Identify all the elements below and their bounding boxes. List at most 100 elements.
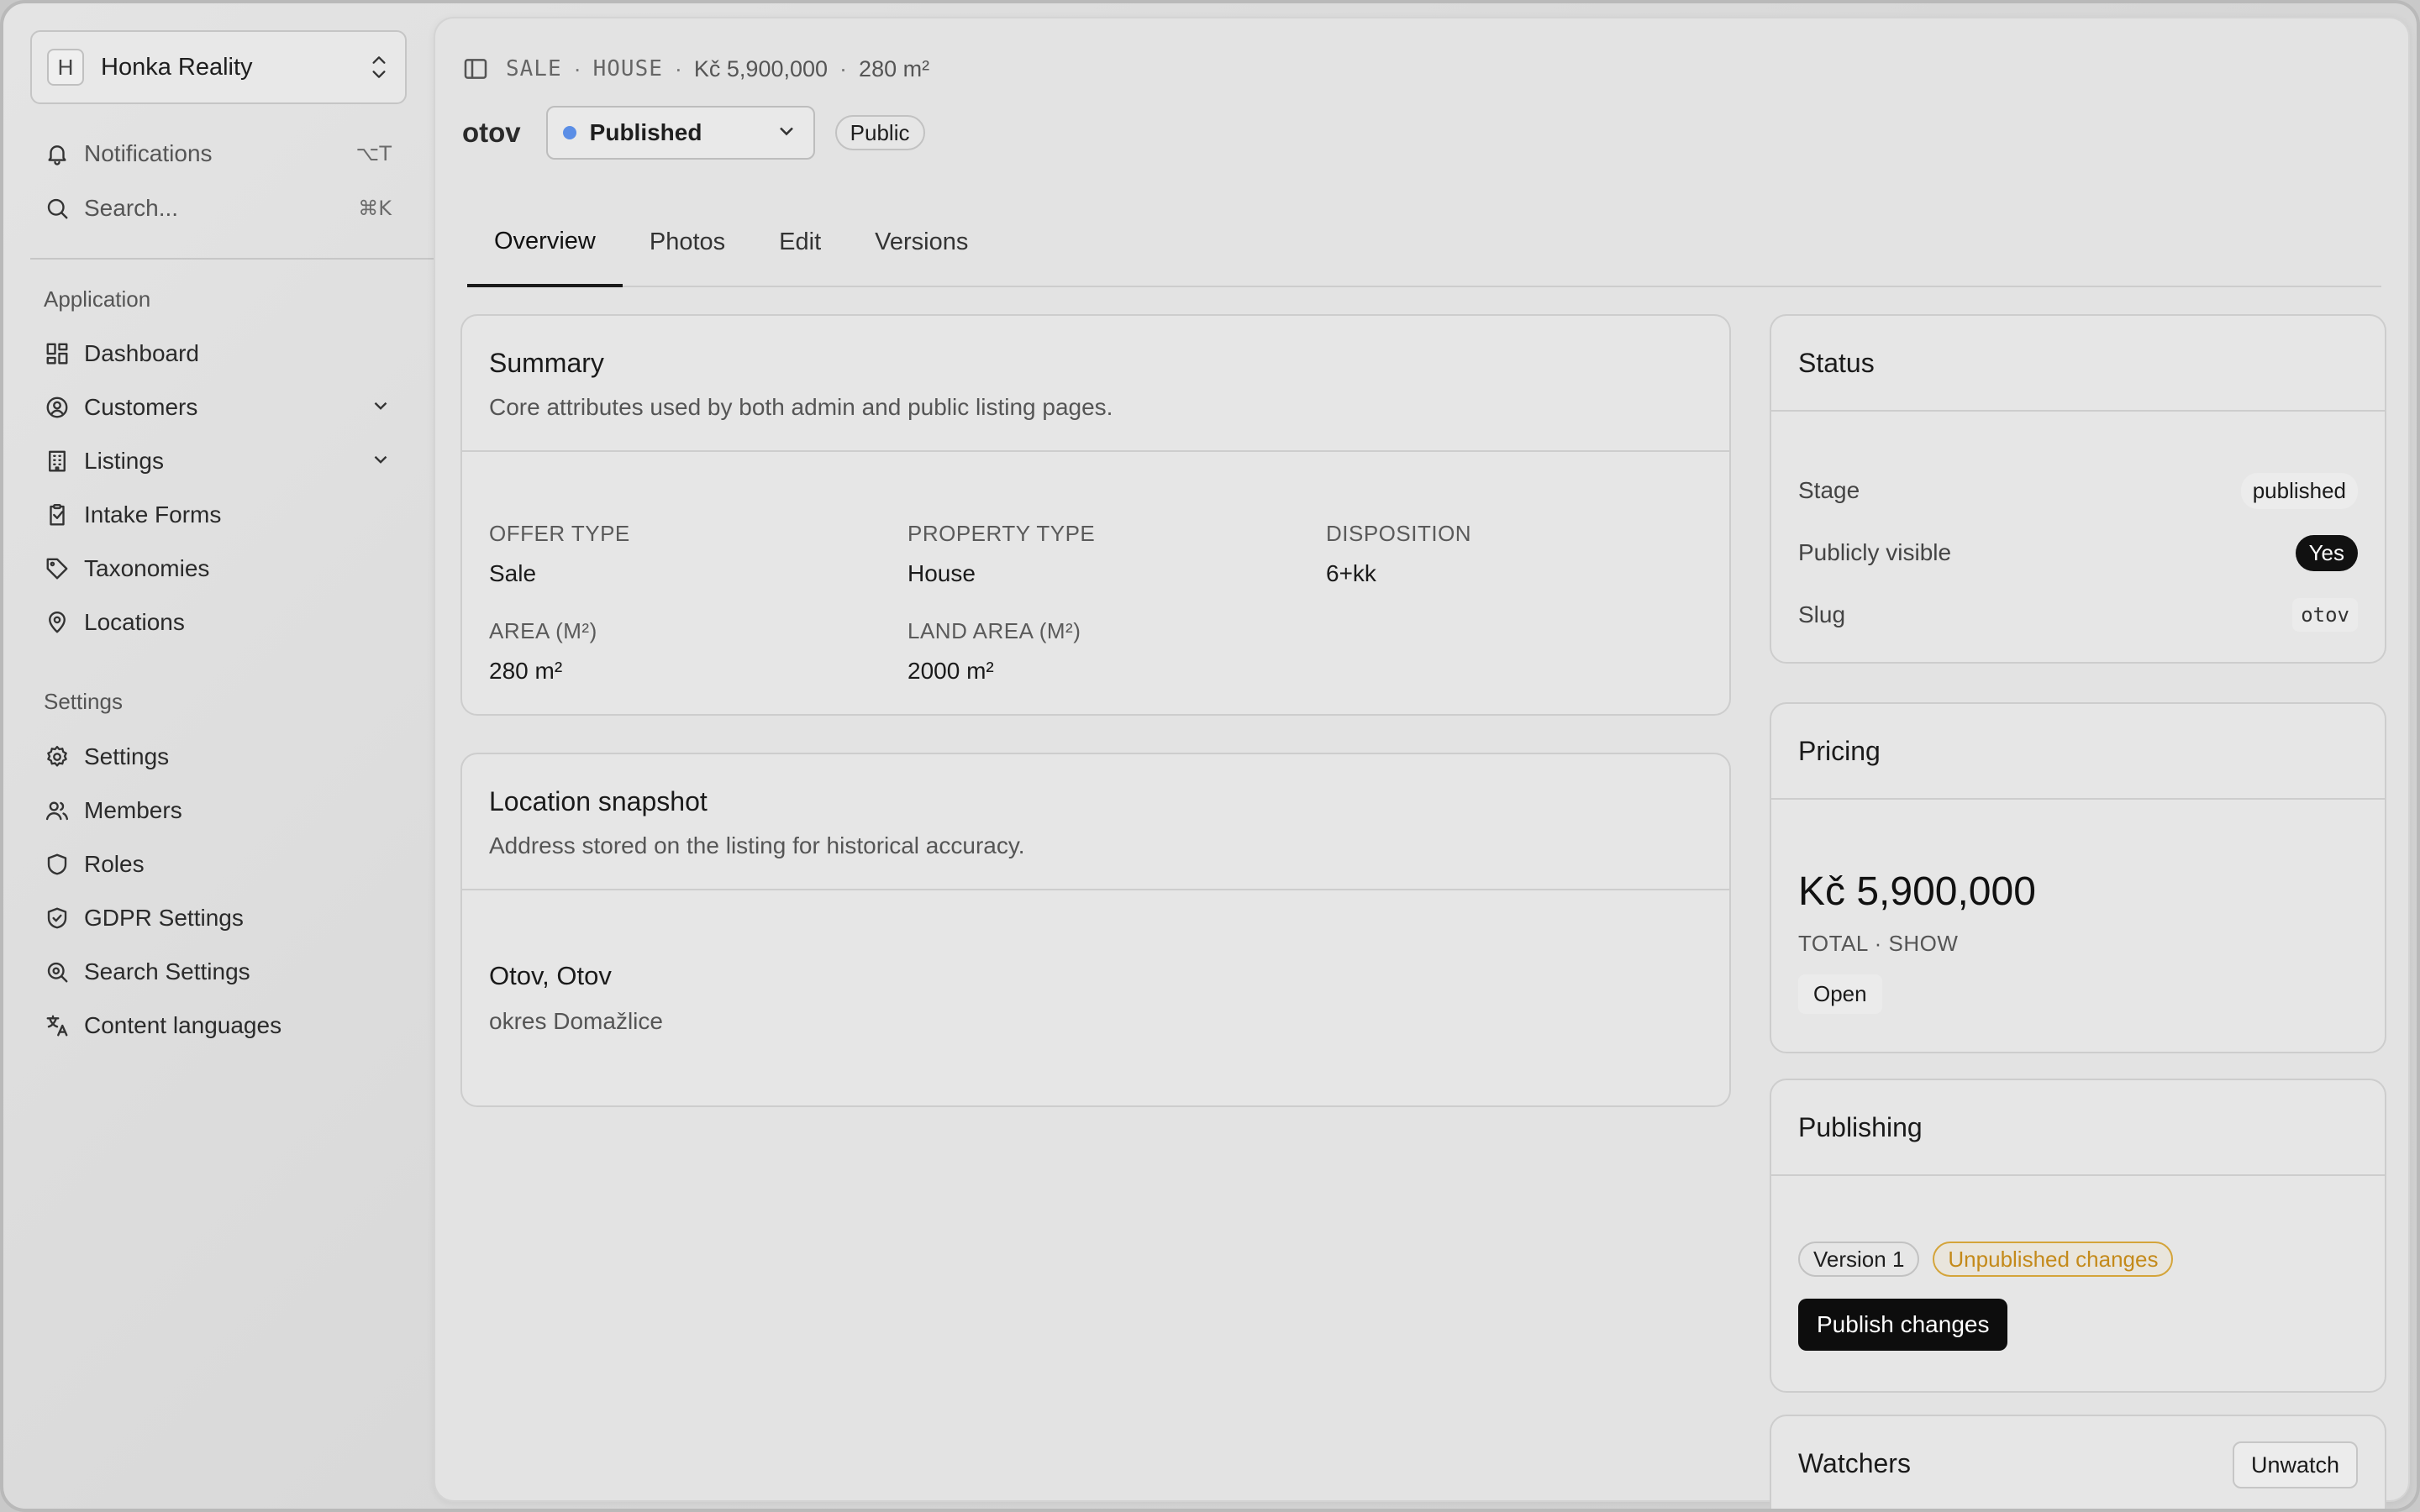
translate-icon — [44, 1012, 71, 1039]
building-icon — [44, 448, 71, 475]
card-title: Publishing — [1798, 1112, 1923, 1142]
sidebar: H Honka Reality Notifications ⌥T Search.… — [3, 3, 434, 1509]
chevron-down-icon[interactable] — [370, 449, 392, 475]
stage-badge: published — [2240, 472, 2358, 509]
sidebar-item-label: Locations — [84, 609, 185, 635]
sidebar-item-gdpr-settings[interactable]: GDPR Settings — [30, 895, 407, 942]
card-divider — [462, 450, 1729, 452]
breadcrumb-price: Kč 5,900,000 — [693, 55, 829, 81]
sidebar-item-label: Roles — [84, 851, 145, 877]
org-switcher[interactable]: H Honka Reality — [30, 30, 407, 104]
visible-badge: Yes — [2295, 534, 2358, 571]
sidebar-item-listings[interactable]: Listings — [30, 438, 407, 485]
sidebar-item-members[interactable]: Members — [30, 787, 407, 834]
sidebar-item-roles[interactable]: Roles — [30, 841, 407, 888]
app-window: H Honka Reality Notifications ⌥T Search.… — [0, 0, 2420, 1512]
field-value: 280 m² — [489, 658, 563, 684]
breadcrumb: SALE · HOUSE · Kč 5,900,000 · 280 m² — [462, 55, 929, 82]
field-value: House — [908, 560, 976, 586]
chevron-down-icon[interactable] — [370, 395, 392, 421]
sidebar-toggle-icon[interactable] — [462, 55, 489, 82]
sidebar-item-label: GDPR Settings — [84, 905, 244, 931]
page-title: otov — [462, 117, 521, 148]
sidebar-item-customers[interactable]: Customers — [30, 384, 407, 431]
publishing-badges: Version 1 Unpublished changes — [1798, 1242, 2174, 1277]
sidebar-item-taxonomies[interactable]: Taxonomies — [30, 545, 407, 592]
field-disposition: DISPOSITION 6+kk — [1326, 521, 1471, 587]
sidebar-item-search[interactable]: Search... ⌘K — [30, 185, 407, 232]
breadcrumb-area: 280 m² — [859, 55, 930, 81]
publish-changes-button[interactable]: Publish changes — [1798, 1299, 2008, 1351]
search-settings-icon — [44, 958, 71, 985]
card-divider — [462, 889, 1729, 890]
watchers-card: Watchers Unwatch — [1770, 1415, 2386, 1509]
field-label: AREA (M²) — [489, 618, 597, 643]
tag-icon — [44, 555, 71, 582]
field-label: OFFER TYPE — [489, 521, 630, 546]
sidebar-item-label: Customers — [84, 394, 198, 420]
card-divider — [1771, 410, 2385, 412]
field-land-area: LAND AREA (M²) 2000 m² — [908, 618, 1081, 685]
version-badge: Version 1 — [1798, 1242, 1920, 1277]
card-title: Pricing — [1798, 736, 1881, 766]
field-label: LAND AREA (M²) — [908, 618, 1081, 643]
tab-versions[interactable]: Versions — [848, 198, 995, 286]
sidebar-divider — [30, 258, 434, 260]
status-card: Status Stage published Publicly visible … — [1770, 314, 2386, 664]
price-subtitle: TOTAL · SHOW — [1798, 931, 1959, 956]
status-select[interactable]: Published — [545, 106, 815, 160]
summary-card: Summary Core attributes used by both adm… — [460, 314, 1731, 716]
card-divider — [1771, 798, 2385, 800]
tab-edit[interactable]: Edit — [752, 198, 848, 286]
tab-photos[interactable]: Photos — [623, 198, 752, 286]
card-title: Location snapshot — [489, 786, 708, 816]
field-offer-type: OFFER TYPE Sale — [489, 521, 630, 587]
org-avatar: H — [47, 49, 84, 86]
sidebar-item-dashboard[interactable]: Dashboard — [30, 330, 407, 377]
chevrons-up-down-icon — [372, 56, 386, 78]
sidebar-item-label: Dashboard — [84, 340, 199, 366]
sidebar-item-label: Members — [84, 797, 182, 823]
bell-icon — [44, 140, 71, 167]
field-value: 2000 m² — [908, 658, 994, 684]
shortcut-hint: ⌘K — [358, 197, 392, 220]
map-pin-icon — [44, 609, 71, 636]
sidebar-item-content-languages[interactable]: Content languages — [30, 1002, 407, 1049]
card-title: Summary — [489, 348, 604, 378]
main-panel: SALE · HOUSE · Kč 5,900,000 · 280 m² oto… — [434, 17, 2410, 1509]
sidebar-item-intake-forms[interactable]: Intake Forms — [30, 491, 407, 538]
sidebar-item-label: Intake Forms — [84, 501, 222, 528]
status-row-slug: Slug otov — [1798, 593, 2358, 637]
users-icon — [44, 797, 71, 824]
status-select-value: Published — [589, 119, 702, 145]
sidebar-item-locations[interactable]: Locations — [30, 599, 407, 646]
sidebar-item-label: Notifications — [84, 140, 213, 166]
section-label-application: Application — [44, 286, 151, 312]
tab-overview[interactable]: Overview — [467, 198, 623, 287]
card-description: Core attributes used by both admin and p… — [489, 394, 1113, 420]
shortcut-hint: ⌥T — [355, 142, 392, 165]
status-dot — [562, 126, 576, 139]
visibility-badge: Public — [834, 115, 925, 150]
clipboard-icon — [44, 501, 71, 528]
status-key: Publicly visible — [1798, 539, 1952, 565]
field-value: 6+kk — [1326, 560, 1376, 586]
org-name: Honka Reality — [101, 53, 253, 81]
sidebar-item-settings[interactable]: Settings — [30, 733, 407, 780]
sidebar-item-notifications[interactable]: Notifications ⌥T — [30, 130, 407, 177]
search-icon — [44, 195, 71, 222]
field-area: AREA (M²) 280 m² — [489, 618, 597, 685]
section-label-settings: Settings — [44, 689, 123, 714]
user-circle-icon — [44, 394, 71, 421]
price-state-badge: Open — [1798, 974, 1882, 1014]
location-card: Location snapshot Address stored on the … — [460, 753, 1731, 1107]
title-row: otov Published Public — [462, 106, 925, 160]
sidebar-item-label: Listings — [84, 448, 164, 474]
breadcrumb-separator: · — [674, 55, 682, 81]
status-key: Slug — [1798, 601, 1846, 627]
unwatch-button[interactable]: Unwatch — [2232, 1441, 2358, 1488]
tab-bar: Overview Photos Edit Versions — [467, 198, 2381, 287]
location-district: okres Domažlice — [489, 1008, 663, 1034]
sidebar-item-label: Search... — [84, 195, 179, 221]
sidebar-item-search-settings[interactable]: Search Settings — [30, 948, 407, 995]
